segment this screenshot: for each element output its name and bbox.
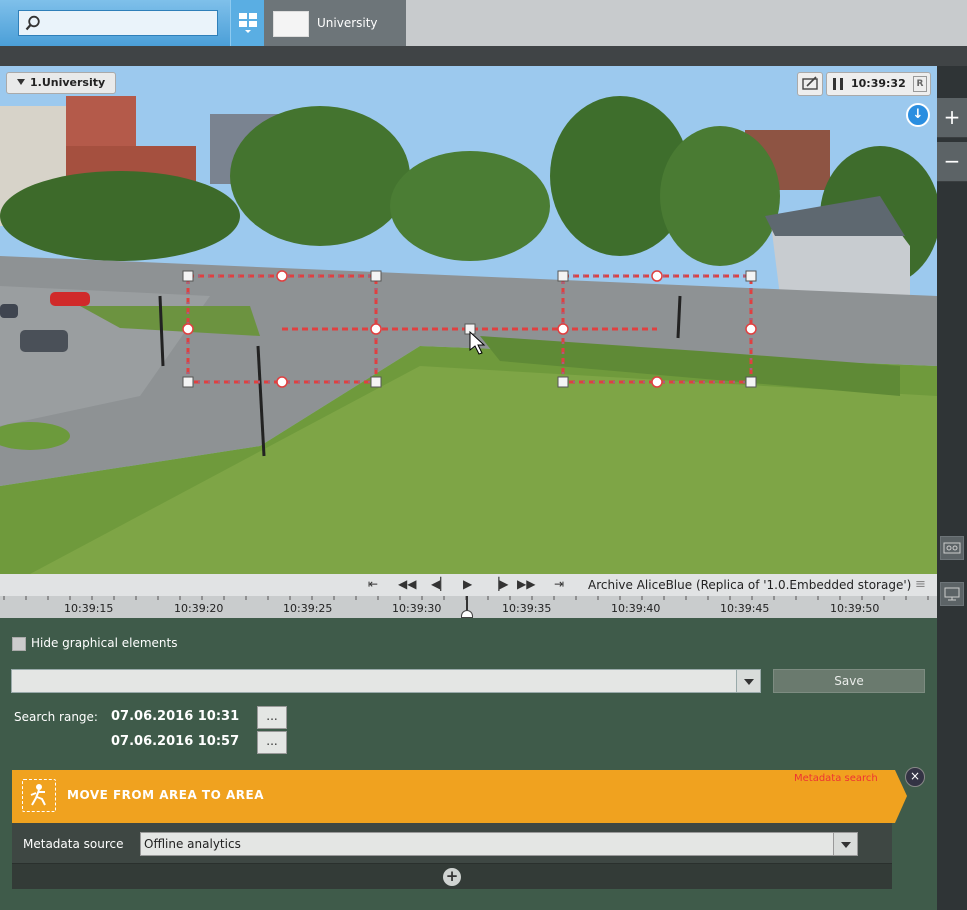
query-combobox[interactable] xyxy=(11,669,761,693)
timeline-tick: 10:39:30 xyxy=(392,602,442,615)
timeline-ticks xyxy=(3,596,929,600)
timeline-tick: 10:39:35 xyxy=(502,602,552,615)
timeline-tick: 10:39:40 xyxy=(611,602,661,615)
archive-tape-button[interactable] xyxy=(940,536,964,560)
metadata-source-row: Metadata source Offline analytics xyxy=(12,823,892,864)
archive-mode-badge: R xyxy=(913,76,927,92)
range-start-picker-button[interactable]: ... xyxy=(257,706,287,729)
grid-icon xyxy=(238,13,257,33)
chevron-down-icon[interactable] xyxy=(833,833,857,855)
search-icon xyxy=(25,15,40,31)
dropdown-triangle-icon xyxy=(17,79,25,85)
search-range-label: Search range: xyxy=(14,710,98,724)
archive-menu-button[interactable]: ≡ xyxy=(915,577,926,592)
timeline-tick: 10:39:25 xyxy=(283,602,333,615)
timeline-tick: 10:39:15 xyxy=(64,602,114,615)
detector-title: MOVE FROM AREA TO AREA xyxy=(67,788,265,802)
timeline-tick: 10:39:20 xyxy=(174,602,224,615)
layout-thumbnail xyxy=(273,11,309,37)
save-button[interactable]: Save xyxy=(773,669,925,693)
header-strip xyxy=(0,46,967,66)
camera-scene xyxy=(0,66,937,574)
archive-name: Archive AliceBlue (Replica of '1.0.Embed… xyxy=(588,578,912,592)
current-time: 10:39:32 xyxy=(851,77,906,90)
tape-icon xyxy=(943,542,961,554)
step-backward-button[interactable]: ◀▏ xyxy=(431,577,449,591)
metadata-source-select[interactable]: Offline analytics xyxy=(140,832,858,856)
detector-body: Metadata source Offline analytics + xyxy=(12,823,892,889)
search-input[interactable] xyxy=(18,10,218,36)
edit-icon xyxy=(802,76,818,90)
timeline-tick: 10:39:45 xyxy=(720,602,770,615)
monitor-icon xyxy=(944,587,960,601)
range-end-date: 07.06.2016 10:57 xyxy=(111,734,240,749)
timeline[interactable]: 10:39:15 10:39:20 10:39:25 10:39:30 10:3… xyxy=(0,596,937,618)
side-controls: + − xyxy=(937,66,967,910)
detector-header[interactable]: MOVE FROM AREA TO AREA Metadata search xyxy=(12,770,907,823)
monitor-button[interactable] xyxy=(940,582,964,606)
go-to-end-button[interactable]: ⇥ xyxy=(554,577,564,591)
step-forward-button[interactable]: ▕▶ xyxy=(490,577,508,591)
search-area xyxy=(0,0,264,46)
metadata-search-link[interactable]: Metadata search xyxy=(794,773,878,784)
camera-video[interactable]: 1.University 10:39:32 R ↓ xyxy=(0,66,937,574)
add-detector-button[interactable]: + xyxy=(443,868,461,886)
layout-tab-label: University xyxy=(317,16,378,30)
range-start-date: 07.06.2016 10:31 xyxy=(111,709,240,724)
metadata-source-label: Metadata source xyxy=(23,837,124,851)
fast-forward-button[interactable]: ▶▶ xyxy=(517,577,535,591)
range-end-picker-button[interactable]: ... xyxy=(257,731,287,754)
camera-name: 1.University xyxy=(30,76,106,89)
hide-graphics-label: Hide graphical elements xyxy=(31,636,178,650)
hide-graphics-checkbox[interactable] xyxy=(12,637,26,651)
metadata-source-value: Offline analytics xyxy=(144,837,241,851)
close-detector-button[interactable]: × xyxy=(905,767,925,787)
playhead-handle[interactable] xyxy=(461,610,473,618)
camera-selector[interactable]: 1.University xyxy=(6,72,117,94)
layout-menu-button[interactable] xyxy=(230,0,264,46)
timeline-tick: 10:39:50 xyxy=(830,602,880,615)
playback-time-display[interactable]: 10:39:32 R xyxy=(826,72,931,96)
download-button[interactable]: ↓ xyxy=(906,103,930,127)
top-bar-empty xyxy=(406,0,967,46)
fast-backward-button[interactable]: ◀◀ xyxy=(398,577,416,591)
top-bar: University xyxy=(0,0,967,46)
zoom-in-button[interactable]: + xyxy=(937,98,967,138)
playback-bar: ⇤ ◀◀ ◀▏ ▶ ▕▶ ▶▶ ⇥ Archive AliceBlue (Rep… xyxy=(0,574,937,596)
play-button[interactable]: ▶ xyxy=(463,577,472,591)
move-area-icon xyxy=(22,779,56,812)
pause-icon xyxy=(833,78,843,90)
arrow-down-icon: ↓ xyxy=(912,107,924,122)
chevron-down-icon[interactable] xyxy=(736,670,760,692)
layout-tab-university[interactable]: University xyxy=(264,0,406,46)
zoom-out-button[interactable]: − xyxy=(937,142,967,182)
camera-menu-button[interactable] xyxy=(797,72,823,96)
go-to-start-button[interactable]: ⇤ xyxy=(368,577,378,591)
